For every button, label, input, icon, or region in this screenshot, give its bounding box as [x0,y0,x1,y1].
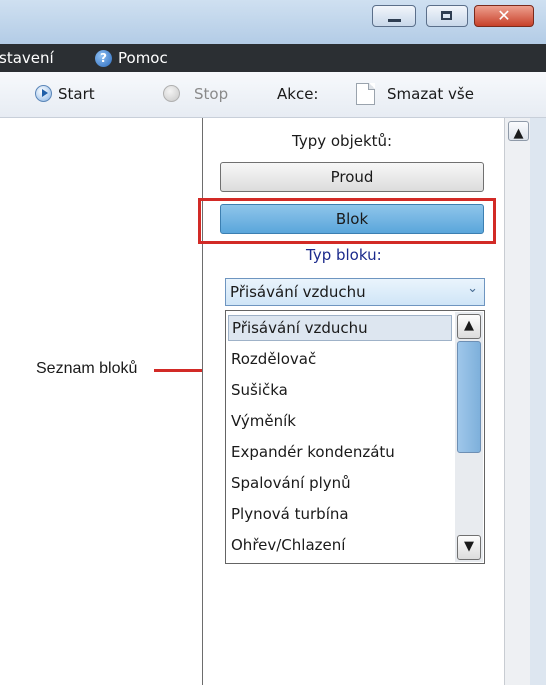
block-type-dropdown[interactable]: Přisávání vzduchu ⌄ [225,278,485,306]
minimize-button[interactable] [372,5,416,27]
title-bar: ✕ [0,0,546,44]
menu-bar: stavení ? Pomoc [0,44,546,72]
minimize-icon [388,19,401,22]
list-item[interactable]: Výměník [228,408,452,434]
block-type-label: Typ bloku: [306,246,382,264]
toolbar: Start Stop Akce: Smazat vše [0,72,546,118]
canvas-area[interactable] [0,118,202,685]
close-button[interactable]: ✕ [474,5,534,27]
chevron-up-icon: ▲ [513,126,524,141]
annotation-label: Seznam bloků [36,360,138,377]
stop-icon [163,85,180,102]
annotation-arrow [154,369,206,372]
clear-all-button[interactable]: Smazat vše [387,85,474,103]
chevron-down-icon: ⌄ [467,281,478,296]
list-item[interactable]: Spalování plynů [228,470,452,496]
help-icon[interactable]: ? [95,50,112,67]
play-icon[interactable] [35,85,52,102]
list-scroll-thumb[interactable] [457,341,481,453]
block-list[interactable]: Přisávání vzduchu Rozdělovač Sušička Vým… [225,310,485,564]
list-scrollbar[interactable]: ▲ ▼ [455,312,483,562]
menu-item-settings[interactable]: stavení [0,49,54,67]
actions-label: Akce: [277,85,319,103]
close-icon: ✕ [497,6,511,25]
list-item[interactable]: Sušička [228,377,452,403]
panel-scrollbar[interactable]: ▲ [504,118,530,685]
list-item[interactable]: Přisávání vzduchu [228,315,452,341]
maximize-icon [441,11,452,20]
menu-item-help[interactable]: Pomoc [118,49,168,67]
panel-scroll-up-button[interactable]: ▲ [508,121,529,141]
list-item[interactable]: Plynová turbína [228,501,452,527]
object-types-label: Typy objektů: [292,132,393,150]
stop-button[interactable]: Stop [194,85,228,103]
list-scroll-up-button[interactable]: ▲ [457,314,481,339]
maximize-button[interactable] [426,5,468,27]
document-icon [356,83,375,105]
block-type-selected: Přisávání vzduchu [230,283,366,301]
list-item[interactable]: Ohřev/Chlazení [228,532,452,558]
list-item[interactable]: Expandér kondenzátu [228,439,452,465]
list-scroll-down-button[interactable]: ▼ [457,535,481,560]
start-button[interactable]: Start [58,85,95,103]
stream-button[interactable]: Proud [220,162,484,192]
list-item[interactable]: Rozdělovač [228,346,452,372]
window-edge [530,118,546,685]
highlight-frame [198,198,496,244]
